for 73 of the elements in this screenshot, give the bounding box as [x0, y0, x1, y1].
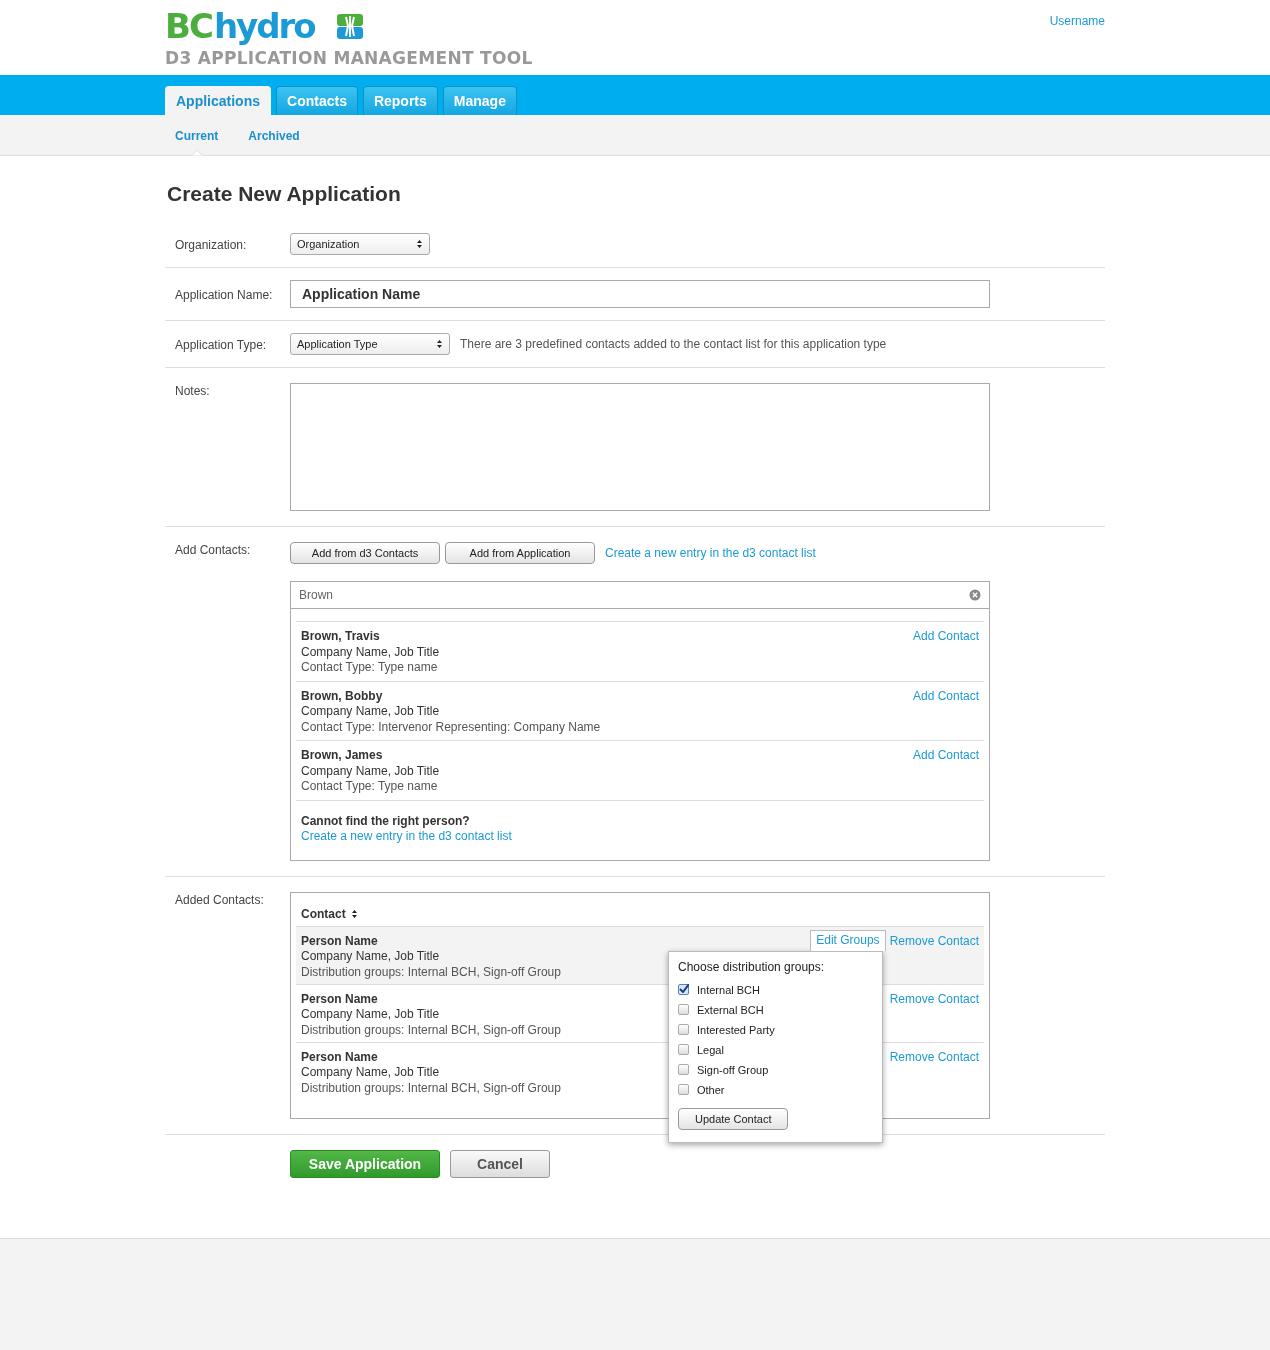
contact-company: Company Name, Job Title: [301, 1065, 441, 1081]
username-link[interactable]: Username: [1049, 14, 1105, 28]
nav-tab[interactable]: Reports: [362, 86, 438, 115]
checkmark-icon: [679, 984, 689, 993]
remove-contact-link[interactable]: Remove Contact: [889, 991, 979, 1007]
popup-title: Choose distribution groups:: [678, 959, 826, 974]
field-label: Application Name:: [175, 286, 274, 302]
logo-icon: [336, 13, 363, 39]
checkbox[interactable]: [678, 1004, 689, 1015]
clear-icon[interactable]: [969, 589, 981, 601]
contact-name: Person Name: [301, 933, 379, 949]
contact-name: Brown, Travis: [301, 629, 381, 645]
select-dropdown[interactable]: Application Type: [290, 333, 450, 355]
checkbox-label: Internal BCH: [697, 983, 760, 996]
field-label: Organization:: [175, 236, 248, 252]
contact-name: Person Name: [301, 1049, 379, 1065]
distribution-groups-text: Distribution groups: Internal BCH, Sign-off Group: [301, 1080, 561, 1096]
column-header[interactable]: Contact: [301, 906, 346, 921]
contact-company: Company Name, Job Title: [301, 949, 441, 965]
field-label: Application Type:: [175, 336, 268, 352]
logo-wordmark: BChydro: [165, 8, 315, 44]
checkbox[interactable]: [678, 984, 689, 995]
not-found-question: Cannot find the right person?: [301, 813, 471, 829]
nav-tab[interactable]: Contacts: [276, 86, 358, 115]
distribution-groups-text: Distribution groups: Internal BCH, Sign-off Group: [301, 1022, 561, 1038]
select-dropdown[interactable]: Organization: [290, 233, 430, 255]
create-entry-link[interactable]: Create a new entry in the d3 contact list: [301, 829, 512, 845]
add-contacts-button[interactable]: Add from Application: [445, 542, 595, 564]
sort-arrows-icon: [350, 908, 358, 919]
update-contact-button[interactable]: Update Contact: [678, 1107, 789, 1130]
page-title: Create New Application: [167, 182, 402, 206]
app-subtitle: D3 APPLICATION MANAGEMENT TOOL: [165, 48, 533, 68]
hint-text: There are 3 predefined contacts added to the contact list for this application type: [460, 337, 887, 351]
search-field[interactable]: Brown: [290, 581, 990, 609]
sort-arrows-icon: [416, 239, 423, 249]
field-label: Notes:: [175, 383, 211, 398]
cancel-button[interactable]: Cancel: [450, 1149, 550, 1178]
edit-groups-tab[interactable]: Edit Groups: [810, 929, 886, 951]
add-contact-link[interactable]: Add Contact: [912, 629, 979, 676]
checkbox-label: Sign-off Group: [697, 1063, 769, 1076]
checkbox[interactable]: [678, 1044, 689, 1055]
contact-name: Brown, Bobby: [301, 688, 384, 704]
contact-company: Company Name, Job Title: [301, 763, 440, 779]
contact-type: Contact Type: Type name: [301, 779, 439, 795]
contact-company: Company Name, Job Title: [301, 704, 441, 720]
contact-company: Company Name, Job Title: [301, 1007, 441, 1023]
checkbox-label: Other: [697, 1083, 725, 1096]
checkbox[interactable]: [678, 1064, 689, 1075]
create-entry-link[interactable]: Create a new entry in the d3 contact list: [605, 546, 816, 560]
remove-contact-link[interactable]: Remove Contact: [889, 1049, 979, 1065]
text-input-field[interactable]: Application Name: [290, 280, 990, 308]
contact-name: Person Name: [301, 991, 379, 1007]
checkbox-label: Legal: [697, 1043, 724, 1056]
add-contact-link[interactable]: Add Contact: [912, 748, 979, 795]
distribution-groups-text: Distribution groups: Internal BCH, Sign-off Group: [301, 964, 561, 980]
save-button[interactable]: Save Application: [290, 1149, 440, 1178]
contact-type: Contact Type: Intervenor Representing: Company Name: [301, 719, 601, 735]
checkbox-label: Interested Party: [697, 1023, 775, 1036]
sort-arrows-icon: [436, 339, 443, 349]
checkbox[interactable]: [678, 1024, 689, 1035]
add-contacts-button[interactable]: Add from d3 Contacts: [290, 542, 440, 564]
field-label: Add Contacts:: [175, 542, 252, 557]
contact-type: Contact Type: Type name: [301, 660, 439, 676]
checkbox-label: External BCH: [697, 1003, 764, 1016]
sub-tab[interactable]: Archived: [248, 129, 300, 155]
field-label: Added Contacts:: [175, 891, 265, 907]
contact-name: Brown, James: [301, 748, 384, 764]
nav-tab[interactable]: Applications: [165, 86, 271, 115]
add-contact-link[interactable]: Add Contact: [912, 688, 979, 735]
nav-tab[interactable]: Manage: [442, 86, 517, 115]
remove-contact-link[interactable]: Remove Contact: [889, 933, 979, 949]
contact-company: Company Name, Job Title: [301, 644, 440, 660]
checkbox[interactable]: [678, 1084, 689, 1095]
